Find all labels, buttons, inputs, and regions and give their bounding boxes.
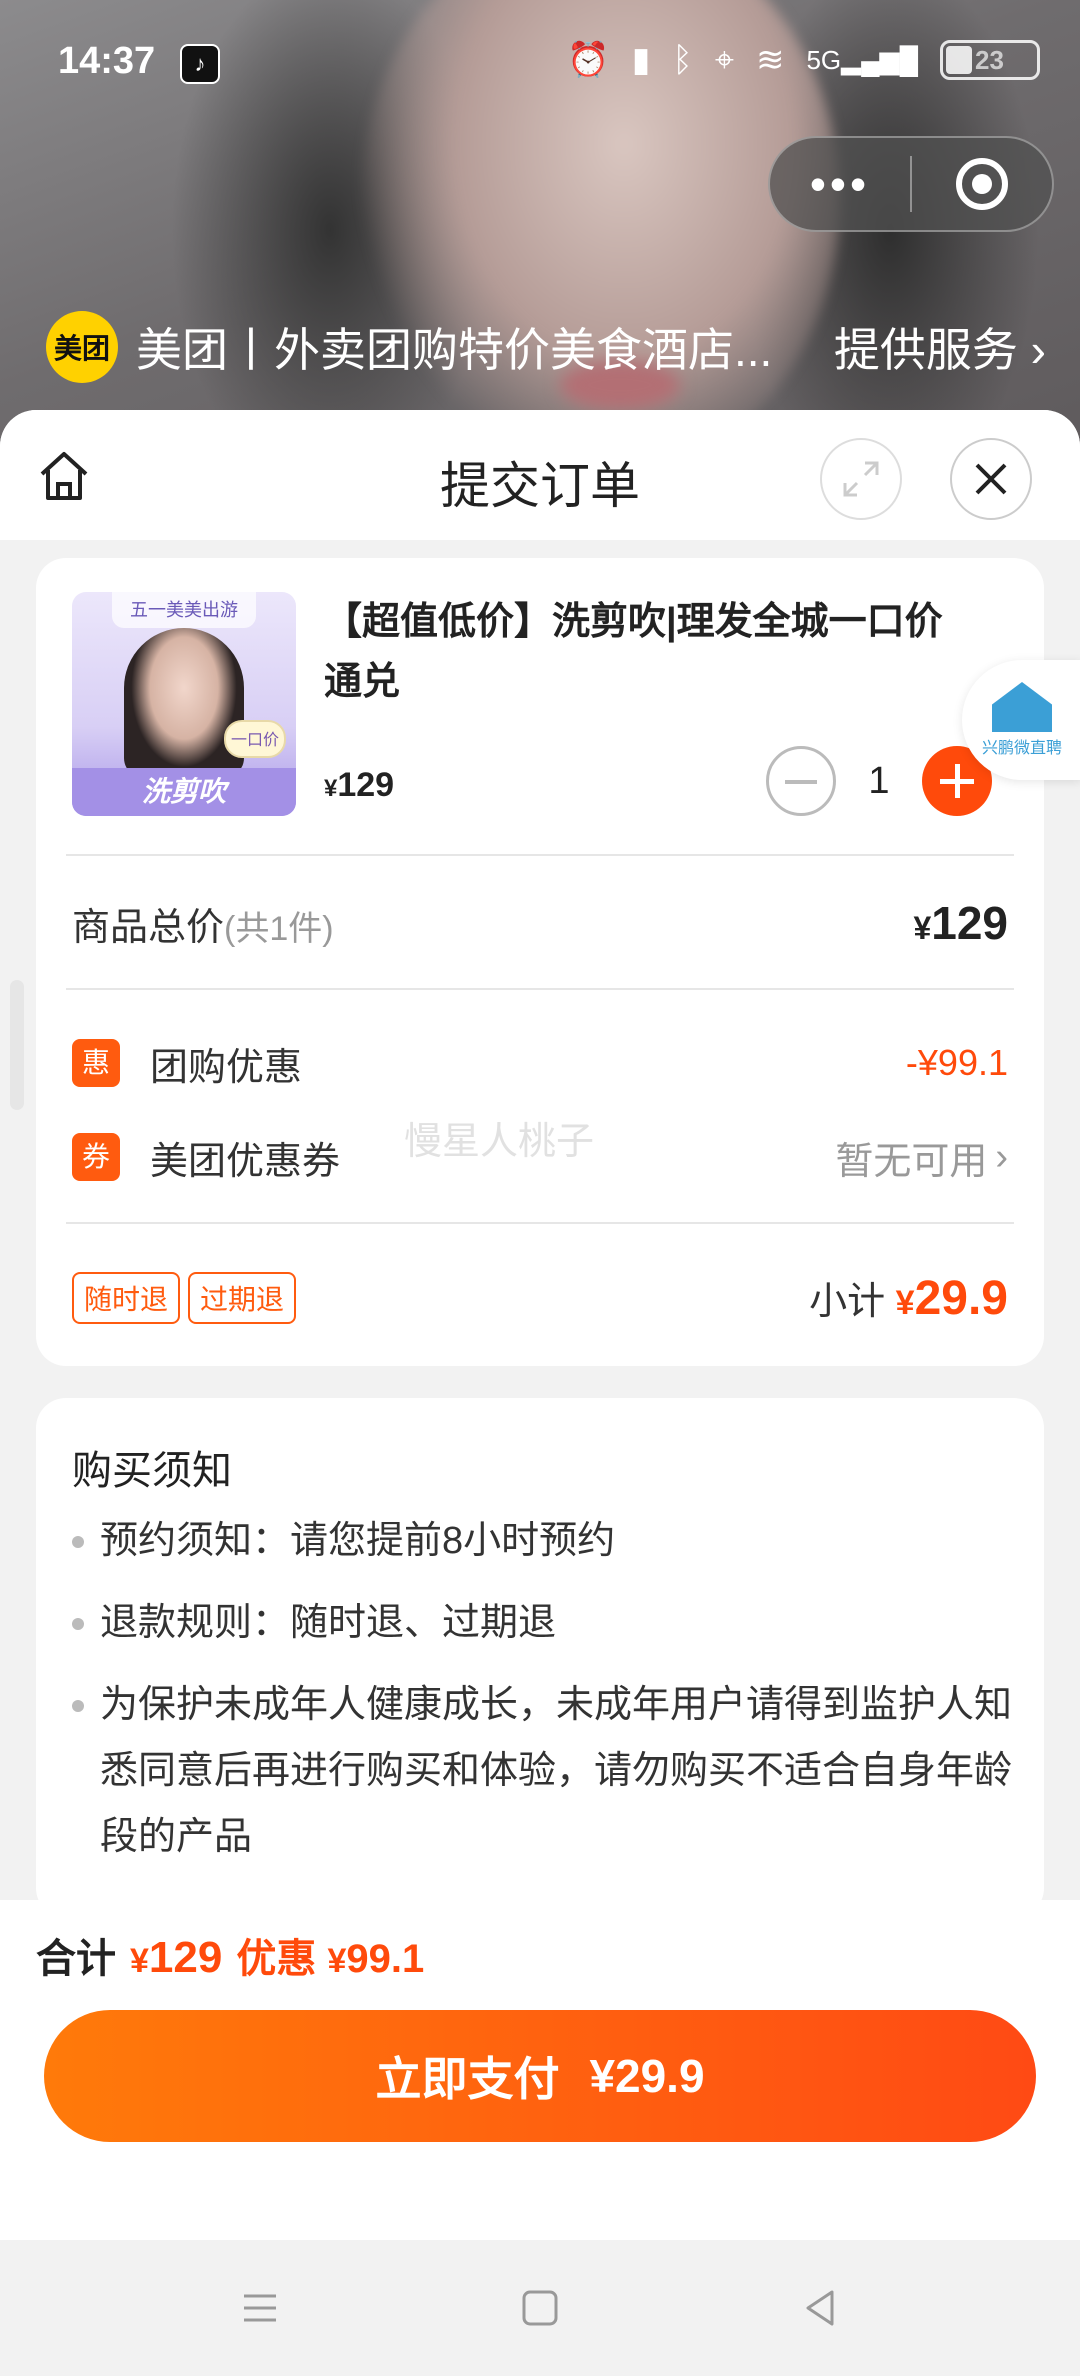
thumb-tag: 五一美美出游 [112,592,256,628]
sheet-header: 提交订单 [0,410,1080,540]
side-logo-text: 兴鹏微直聘 [981,740,1062,757]
sum-summary: 合计 ¥129 优惠 ¥99.1 [36,1926,424,1984]
wifi-icon: ≋ [755,41,785,79]
status-icons: ⏰ ▮ ᛒ ⌖ ≋ 5G▂▄▆█ 23 [567,40,1040,80]
close-icon [975,463,1007,495]
product-price: ¥129 [324,766,395,804]
notice-list: 预约须知：请您提前8小时预约 退款规则：随时退、过期退 为保护未成年人健康成长，… [72,1508,1012,1886]
decrease-button[interactable] [766,746,836,816]
divider [66,1222,1014,1224]
notice-item: 退款规则：随时退、过期退 [72,1590,1012,1656]
sum-value: ¥129 [130,1933,223,1982]
close-button[interactable] [950,438,1032,520]
system-nav-bar [0,2240,1080,2376]
battery-icon: 23 [940,40,1040,80]
thumb-badge: 一口价 [224,720,286,758]
refund-expired-tag: 过期退 [188,1272,297,1324]
pay-now-button[interactable]: 立即支付 ¥29.9 [44,2010,1036,2142]
provider-name: 美团丨外卖团购特价美食酒店... [136,324,773,376]
thumb-ribbon: 洗剪吹 [72,768,296,816]
scroll-indicator [10,980,24,1110]
more-button[interactable]: ••• [770,154,910,214]
group-discount-label: 团购优惠 [150,1046,303,1089]
location-icon: ⌖ [714,40,734,79]
signal-icon: 5G▂▄▆█ [806,44,918,75]
status-bar: 14:37 ♪ ⏰ ▮ ᛒ ⌖ ≋ 5G▂▄▆█ 23 [0,0,1080,120]
chevron-right-icon: › [995,1135,1008,1178]
notice-item: 预约须知：请您提前8小时预约 [72,1508,1012,1574]
coupon-value: 暂无可用 [835,1140,988,1183]
quantity-value: 1 [868,759,890,802]
divider [66,854,1014,856]
expand-button[interactable] [820,438,902,520]
sum-label: 合计 [36,1937,116,1981]
watermark: 慢星人桃子 [404,1121,595,1163]
item-count: (共1件) [224,909,334,948]
discount-summary: 优惠 ¥99.1 [236,1937,425,1981]
quantity-stepper: 1 [766,746,992,816]
order-card: 五一美美出游 一口价 洗剪吹 【超值低价】洗剪吹|理发全城一口价通兑 ¥129 … [36,558,1044,1366]
checkout-bar: 合计 ¥129 优惠 ¥99.1 立即支付 ¥29.9 [0,1900,1080,2240]
notice-card: 购买须知 预约须知：请您提前8小时预约 退款规则：随时退、过期退 为保护未成年人… [36,1398,1044,1918]
coupon-icon: 券 [72,1133,120,1181]
total-value: ¥129 [913,897,1008,949]
exit-button[interactable] [912,158,1052,210]
vibrate-icon: ▮ [631,41,651,79]
alarm-icon: ⏰ [567,41,610,79]
page-title: 提交订单 [440,458,640,514]
expand-icon [843,461,879,497]
product-thumbnail[interactable]: 五一美美出游 一口价 洗剪吹 [72,592,296,816]
provider-row[interactable]: 美团 美团丨外卖团购特价美食酒店... 提供服务 › [46,311,1046,383]
divider [66,988,1014,990]
house-logo-icon [992,682,1052,732]
mini-program-capsule: ••• [768,136,1054,232]
subtotal-row: 随时退 过期退 小计 ¥29.9 [72,1258,1008,1338]
coupon-label: 美团优惠券 [150,1140,341,1183]
group-discount-value: -¥99.1 [905,1042,1008,1083]
status-time: 14:37 [58,40,156,82]
model-portrait [124,628,244,778]
subtotal: 小计 ¥29.9 [809,1272,1008,1325]
total-row: 商品总价(共1件) ¥129 [72,888,1008,958]
notice-title: 购买须知 [72,1449,232,1493]
back-icon[interactable] [800,2288,840,2328]
side-float-logo[interactable]: 兴鹏微直聘 [962,660,1080,780]
menu-icon[interactable] [240,2288,280,2328]
group-discount-row: 惠 团购优惠 -¥99.1 [72,1028,1008,1098]
discount-icon: 惠 [72,1039,120,1087]
notice-item: 为保护未成年人健康成长，未成年用户请得到监护人知悉同意后再进行购买和体验，请勿购… [72,1672,1012,1870]
home-square-icon[interactable] [520,2288,560,2328]
bluetooth-icon: ᛒ [672,40,693,79]
meituan-logo: 美团 [46,311,118,383]
total-label: 商品总价 [72,906,225,949]
refund-anytime-tag: 随时退 [72,1272,181,1324]
tiktok-notification-icon: ♪ [180,44,220,84]
service-link[interactable]: 提供服务 › [834,314,1046,380]
product-title: 【超值低价】洗剪吹|理发全城一口价通兑 [324,601,943,703]
target-icon [956,158,1008,210]
